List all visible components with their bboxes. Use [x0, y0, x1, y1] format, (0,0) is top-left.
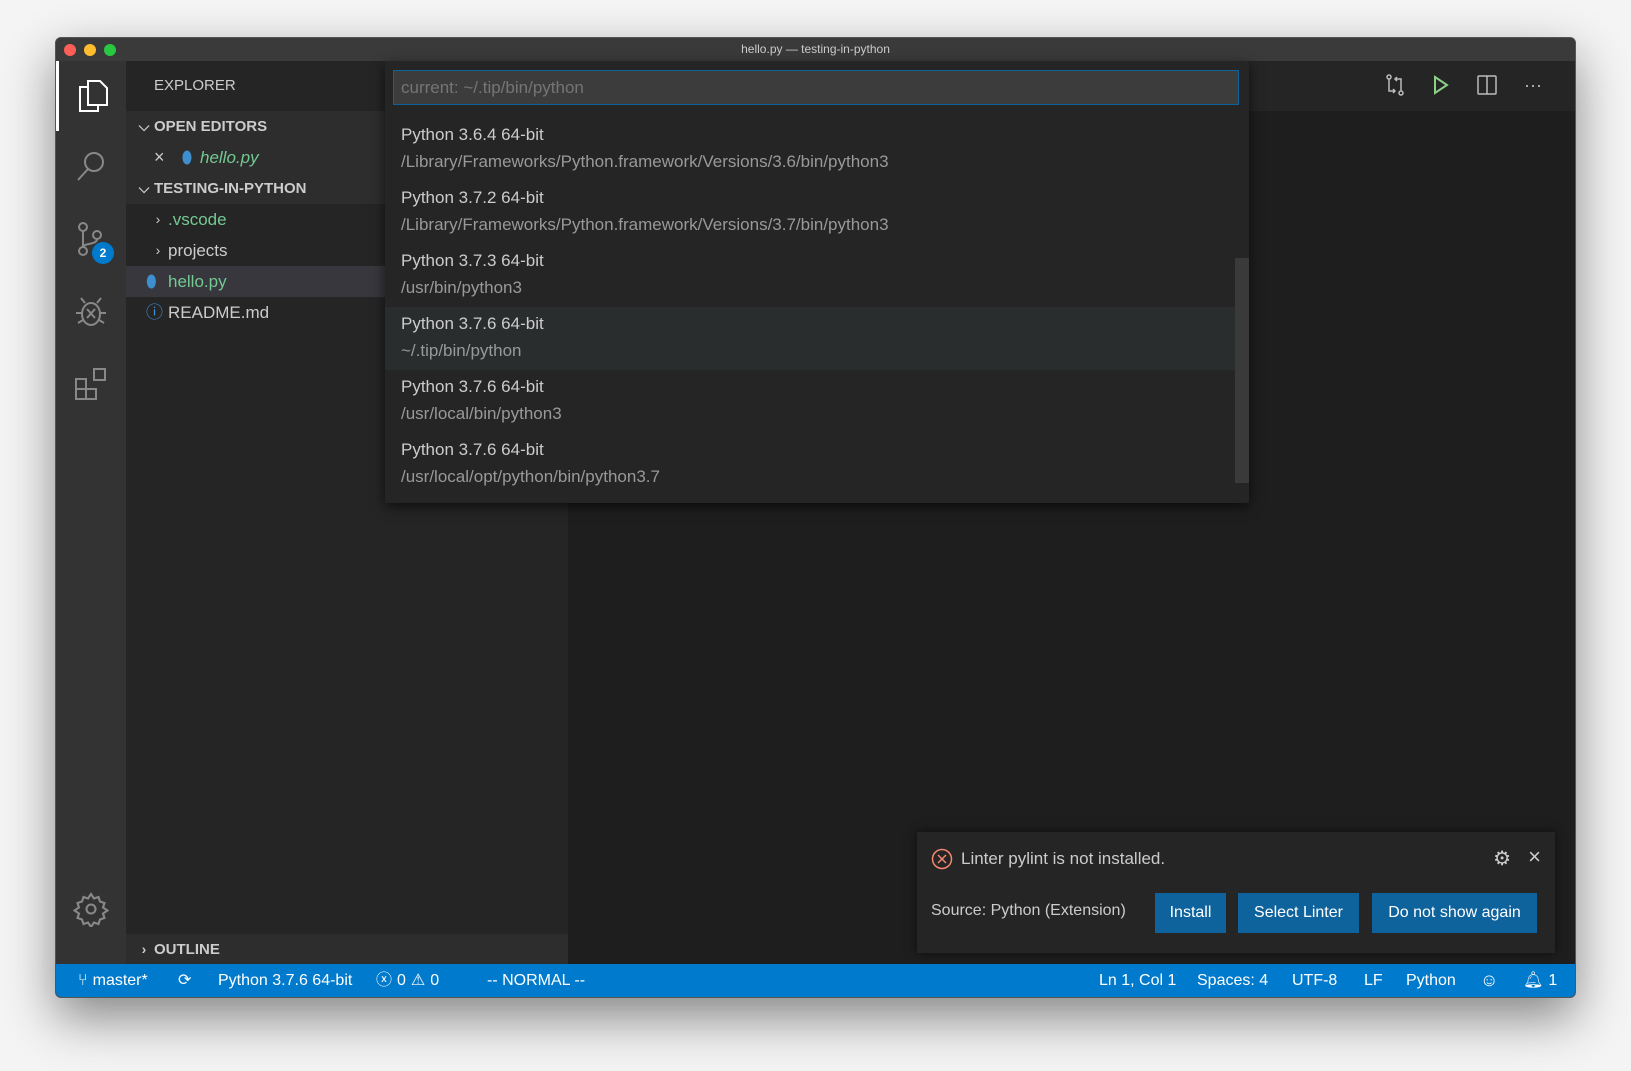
close-icon[interactable]: ×: [1528, 844, 1541, 870]
item-title: Python 3.7.6 64-bit: [401, 377, 544, 396]
do-not-show-again-button[interactable]: Do not show again: [1372, 893, 1537, 933]
interpreter-item[interactable]: Python 3.7.3 64-bit/usr/bin/python3: [385, 244, 1249, 307]
split-editor-icon[interactable]: [1475, 73, 1499, 97]
item-title: Python 3.6.4 64-bit: [401, 125, 544, 144]
indentation[interactable]: Spaces: 4: [1197, 964, 1268, 997]
info-icon: ⓘ: [146, 303, 163, 322]
file-name: hello.py: [168, 272, 227, 291]
item-path: /Library/Frameworks/Python.framework/Ver…: [401, 152, 889, 171]
status-bar: ⑂ master* ⟳ Python 3.7.6 64-bit ⓧ 0 ⚠ 0 -- N…: [56, 964, 1575, 997]
quick-pick-input[interactable]: [393, 70, 1239, 105]
activity-bar: 2: [56, 61, 126, 964]
close-icon[interactable]: ×: [154, 142, 174, 173]
item-path: ~/.tip/bin/python: [401, 341, 522, 360]
open-changes-icon[interactable]: [1383, 73, 1407, 97]
item-path: /usr/local/opt/python/bin/python3.7: [401, 467, 660, 486]
notification-count: 1: [1548, 972, 1558, 989]
problems-status[interactable]: ⓧ 0 ⚠ 0: [376, 964, 439, 997]
folder-name: projects: [168, 241, 228, 260]
section-label: TESTING-IN-PYTHON: [154, 180, 307, 197]
minimize-window-button[interactable]: [84, 44, 96, 56]
interpreter-item[interactable]: Python 3.6.4 64-bit/Library/Frameworks/P…: [385, 118, 1249, 181]
interpreter-item[interactable]: Python 3.7.6 64-bit/usr/local/opt/python…: [385, 433, 1249, 496]
explorer-icon[interactable]: [56, 61, 126, 131]
search-icon[interactable]: [56, 131, 126, 201]
maximize-window-button[interactable]: [104, 44, 116, 56]
notification-source: Source: Python (Extension): [931, 902, 1126, 919]
chevron-down-icon: ⌵: [138, 180, 150, 196]
error-icon: [931, 848, 953, 870]
select-linter-button[interactable]: Select Linter: [1238, 893, 1359, 933]
branch-name: master*: [92, 972, 148, 989]
item-path: /usr/local/bin/python3: [401, 404, 562, 423]
item-path: /Library/Frameworks/Python.framework/Ver…: [401, 215, 889, 234]
chevron-right-icon: ›: [155, 242, 161, 258]
item-title: Python 3.7.2 64-bit: [401, 188, 544, 207]
close-window-button[interactable]: [64, 44, 76, 56]
settings-gear-icon[interactable]: [56, 874, 126, 944]
interpreter-status[interactable]: Python 3.7.6 64-bit: [218, 964, 352, 997]
encoding[interactable]: UTF-8: [1292, 964, 1337, 997]
notification-settings-icon[interactable]: ⚙: [1493, 846, 1511, 871]
section-label: OUTLINE: [154, 940, 220, 958]
error-icon: ⓧ: [376, 972, 393, 989]
python-file-icon: ⬮: [146, 272, 157, 291]
python-file-icon: ⬮: [181, 148, 193, 167]
interpreter-item[interactable]: Python 3.7.2 64-bit/Library/Frameworks/P…: [385, 181, 1249, 244]
extensions-icon[interactable]: [56, 349, 126, 419]
item-title: Python 3.7.6 64-bit: [401, 314, 544, 333]
cursor-position[interactable]: Ln 1, Col 1: [1099, 964, 1176, 997]
source-control-icon[interactable]: 2: [56, 204, 126, 274]
error-count: 0: [397, 972, 406, 989]
bell-icon: 🔔︎: [1523, 972, 1544, 989]
file-name: hello.py: [200, 148, 259, 167]
more-actions-icon[interactable]: ···: [1521, 73, 1545, 97]
section-label: OPEN EDITORS: [154, 118, 268, 135]
interpreter-list: Python 3.6.4 64-bit/Library/Frameworks/P…: [385, 118, 1249, 496]
interpreter-quick-pick: Python 3.6.4 64-bit/Library/Frameworks/P…: [385, 61, 1249, 503]
item-title: Python 3.7.3 64-bit: [401, 251, 544, 270]
branch-icon: ⑂: [78, 972, 88, 989]
notification-message: Linter pylint is not installed.: [961, 849, 1166, 868]
warning-count: 0: [430, 972, 440, 989]
end-of-line[interactable]: LF: [1364, 964, 1383, 997]
window-title: hello.py — testing-in-python: [741, 42, 890, 56]
quick-pick-scrollbar[interactable]: [1235, 258, 1249, 483]
vscode-window: hello.py — testing-in-python 2 EXPLORER …: [55, 37, 1576, 998]
scm-badge: 2: [92, 242, 114, 264]
interpreter-item-focused[interactable]: Python 3.7.6 64-bit ~/.tip/bin/python: [385, 307, 1249, 370]
item-title: Python 3.7.6 64-bit: [401, 440, 544, 459]
vim-mode: -- NORMAL --: [487, 972, 586, 989]
file-name: README.md: [168, 303, 270, 322]
interpreter-item[interactable]: Python 3.7.6 64-bit/usr/local/bin/python…: [385, 370, 1249, 433]
outline-section[interactable]: › OUTLINE: [126, 934, 568, 964]
language-mode[interactable]: Python: [1406, 964, 1456, 997]
chevron-right-icon: ›: [155, 211, 161, 227]
folder-name: .vscode: [168, 210, 227, 229]
install-button[interactable]: Install: [1155, 893, 1226, 933]
sync-icon[interactable]: ⟳: [178, 964, 191, 997]
debug-icon[interactable]: [56, 276, 126, 346]
feedback-smiley-icon[interactable]: ☺: [1480, 964, 1498, 997]
linter-notification: Linter pylint is not installed. ⚙ × Sour…: [917, 832, 1555, 953]
chevron-right-icon: ›: [141, 940, 147, 957]
item-path: /usr/bin/python3: [401, 278, 522, 297]
warning-icon: ⚠: [410, 972, 426, 989]
chevron-down-icon: ⌵: [138, 118, 150, 134]
branch-status[interactable]: ⑂ master*: [78, 964, 148, 997]
notifications-status[interactable]: 🔔︎ 1: [1523, 964, 1557, 997]
run-python-icon[interactable]: [1429, 73, 1453, 97]
title-bar: hello.py — testing-in-python: [56, 38, 1575, 61]
